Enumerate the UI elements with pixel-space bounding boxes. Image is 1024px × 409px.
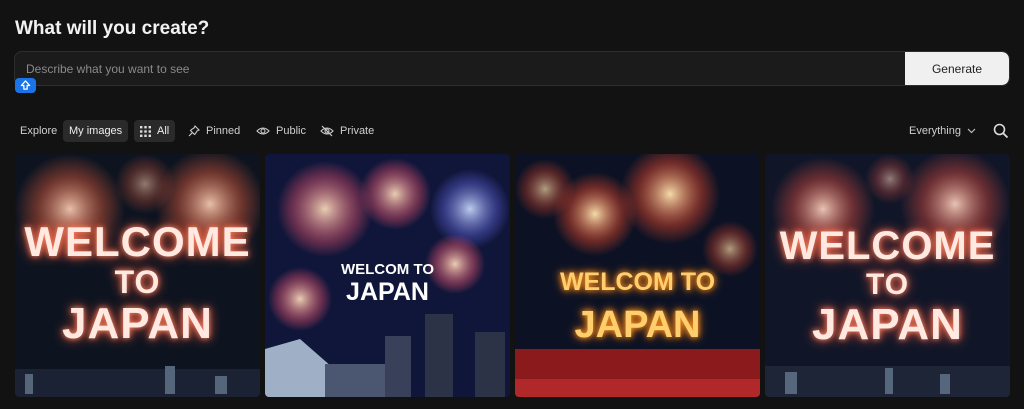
filter-pinned-label: Pinned [206, 125, 241, 137]
sort-dropdown[interactable]: Everything [909, 120, 976, 142]
gallery-image[interactable]: WELCOME TO JAPAN [765, 154, 1010, 397]
image-text-line2: JAPAN [346, 278, 429, 306]
prompt-input[interactable] [15, 52, 927, 85]
filter-public[interactable]: Public [256, 120, 306, 142]
tab-my-images-label: My images [69, 125, 123, 137]
filter-all-label: All [157, 125, 170, 137]
chevron-down-icon [967, 128, 976, 134]
filter-pinned[interactable]: Pinned [188, 120, 240, 142]
upload-image-button[interactable] [15, 78, 36, 93]
image-text-line2: TO [114, 264, 161, 300]
generate-button[interactable]: Generate [905, 52, 1009, 85]
image-text-line3: JAPAN [62, 299, 213, 348]
upload-icon [20, 80, 31, 90]
page-title: What will you create? [15, 18, 210, 39]
sort-dropdown-label: Everything [909, 125, 961, 137]
pin-icon [188, 125, 200, 137]
image-text-line1: WELCOME [24, 218, 251, 265]
gallery-image[interactable]: WELCOME TO JAPAN [15, 154, 260, 397]
prompt-bar: Generate [14, 51, 1010, 86]
filter-private-label: Private [340, 125, 375, 137]
gallery-image[interactable]: WELCOM TO JAPAN [515, 154, 760, 397]
tab-explore-label: Explore [20, 125, 58, 137]
eye-icon [256, 127, 270, 135]
tab-my-images[interactable]: My images [63, 120, 129, 142]
image-text-line3: JAPAN [812, 300, 963, 349]
filter-private[interactable]: Private [320, 120, 374, 142]
filter-all[interactable]: All [134, 120, 176, 142]
image-text-line1: WELCOM TO [559, 268, 716, 296]
filter-public-label: Public [276, 125, 306, 137]
image-text-line1: WELCOME [779, 224, 996, 268]
grid-icon [140, 125, 151, 137]
image-text-line2: JAPAN [574, 304, 701, 346]
filter-bar: Explore My images All Pinned Public Priv… [14, 120, 1010, 142]
search-icon[interactable] [992, 122, 1010, 140]
image-text-line1: WELCOM TO [340, 261, 435, 278]
tab-explore[interactable]: Explore [20, 120, 57, 142]
image-text-line2: TO [865, 268, 910, 301]
gallery-image[interactable]: WELCOM TO JAPAN [265, 154, 510, 397]
eye-off-icon [320, 125, 334, 137]
